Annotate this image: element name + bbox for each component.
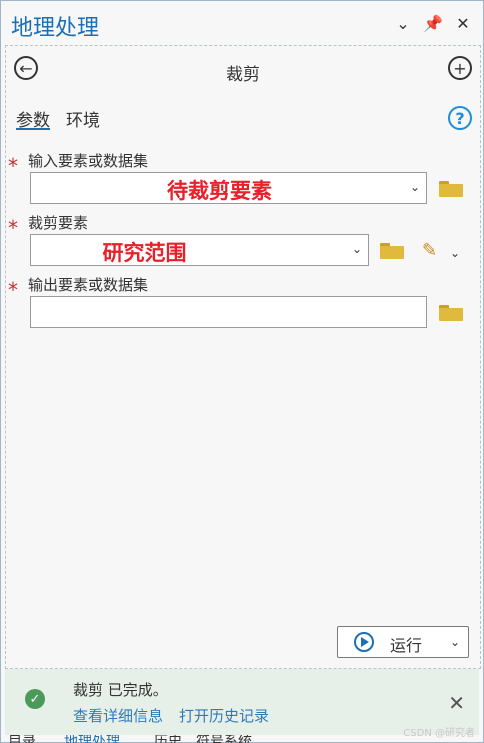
bottom-tab-symbology[interactable]: 符号系统 [196,735,252,743]
folder-icon[interactable] [439,181,463,197]
param-label: 输入要素或数据集 [28,152,149,170]
chevron-down-icon[interactable]: ⌄ [393,13,413,33]
help-icon[interactable]: ? [448,106,472,130]
bottom-tab-catalog[interactable]: 目录 [8,735,36,743]
tab-parameters[interactable]: 参数 [16,106,50,131]
chevron-down-icon: ⌄ [351,242,362,256]
pane-titlebar: 地理处理 ⌄ 📌 ✕ [1,1,483,45]
output-features-input[interactable] [30,296,427,328]
param-label: 裁剪要素 [28,214,89,232]
run-label: 运行 [390,636,423,655]
required-marker: * [8,216,18,240]
bottom-tab-history[interactable]: 历史 [154,735,182,743]
tool-panel: ← 裁剪 + 参数 环境 ? * 输入要素或数据集 待裁剪要素 ⌄ * 裁剪要素… [5,45,481,669]
add-icon[interactable]: + [448,56,472,80]
geoprocessing-pane: 地理处理 ⌄ 📌 ✕ ← 裁剪 + 参数 环境 ? * 输入要素或数据集 待裁剪… [0,0,484,743]
pin-icon[interactable]: 📌 [423,13,443,33]
required-marker: * [8,278,18,302]
chevron-down-icon[interactable]: ⌄ [450,635,460,649]
pane-title: 地理处理 [11,16,100,41]
param-input-features: * 输入要素或数据集 待裁剪要素 ⌄ [6,150,480,210]
tab-environments[interactable]: 环境 [66,106,100,131]
status-message: 裁剪 已完成。 [73,681,168,699]
folder-icon[interactable] [380,243,404,259]
run-button[interactable]: 运行 ⌄ [337,626,469,658]
tool-title: 裁剪 [226,65,260,85]
bottom-tab-strip: 目录 地理处理 历史 符号系统 [0,735,484,743]
required-marker: * [8,154,18,178]
folder-icon[interactable] [439,305,463,321]
close-icon[interactable]: ✕ [448,691,465,715]
pencil-icon[interactable]: ✎ [422,240,437,261]
tool-nav: ← 裁剪 + [6,46,480,92]
view-details-link[interactable]: 查看详细信息 [73,705,163,726]
input-features-value: 待裁剪要素 [167,179,272,203]
tool-tabs: 参数 环境 [16,106,100,131]
clip-features-dropdown[interactable]: 研究范围 ⌄ [30,234,369,266]
chevron-down-icon: ⌄ [409,180,420,194]
input-features-dropdown[interactable]: 待裁剪要素 ⌄ [30,172,427,204]
clip-features-value: 研究范围 [102,241,187,265]
open-history-link[interactable]: 打开历史记录 [179,705,269,726]
param-label: 输出要素或数据集 [28,276,149,294]
close-icon[interactable]: ✕ [453,13,473,33]
run-icon [354,632,374,652]
param-output: * 输出要素或数据集 [6,274,480,334]
chevron-down-icon[interactable]: ⌄ [450,246,474,260]
success-check-icon: ✓ [25,689,45,709]
param-clip-features: * 裁剪要素 研究范围 ⌄ ✎ ⌄ [6,212,480,272]
bottom-tab-geoprocessing[interactable]: 地理处理 [64,735,120,743]
